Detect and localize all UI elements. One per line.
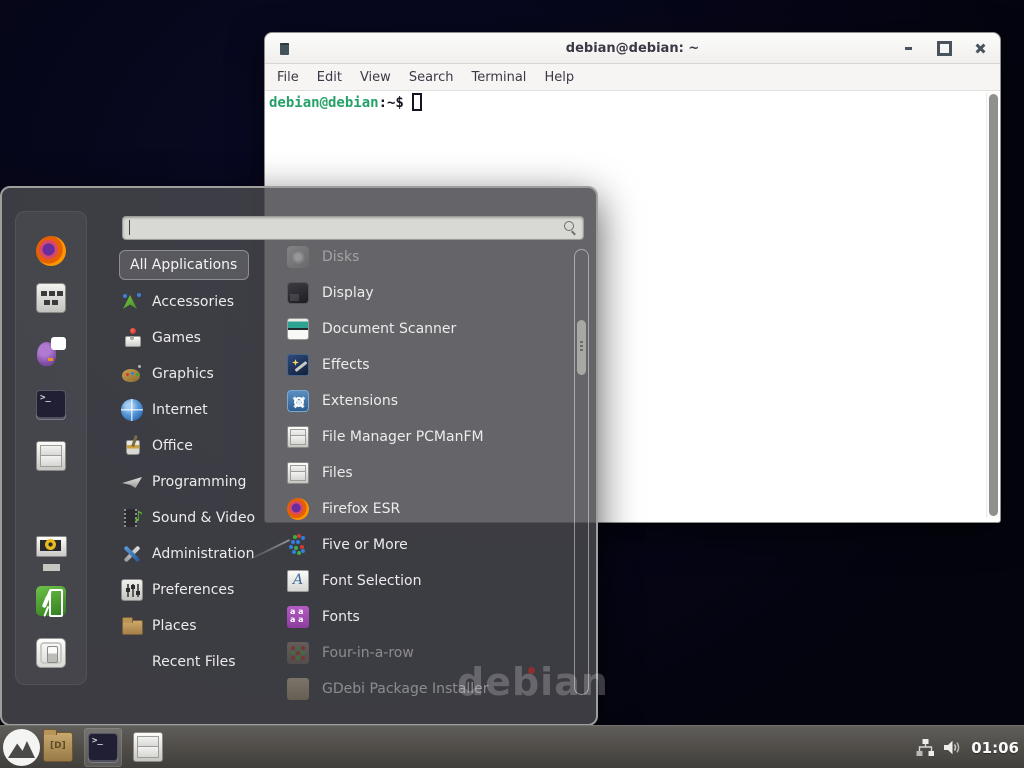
prompt-user-host: debian@debian [269, 95, 379, 111]
app-gdebi-package-installer[interactable]: GDebi Package Installer [283, 671, 571, 707]
applications-menu: All Applications Accessories Games Graph… [0, 186, 598, 726]
app-effects[interactable]: Effects [283, 347, 571, 383]
debian-folder-icon[interactable] [43, 732, 73, 762]
four-in-a-row-icon [287, 642, 309, 664]
all-applications-button[interactable]: All Applications [119, 250, 249, 280]
display-icon [287, 282, 309, 304]
maximize-icon[interactable] [936, 41, 952, 57]
terminal-scrollbar[interactable] [986, 92, 999, 518]
desktop: debian@debian: ~ File Edit View Search T… [0, 0, 1024, 768]
app-display[interactable]: Display [283, 275, 571, 311]
close-icon[interactable] [972, 41, 988, 57]
category-office[interactable]: Office [119, 428, 281, 464]
shut-down-icon[interactable] [36, 638, 66, 668]
lock-screen-icon[interactable] [36, 533, 66, 563]
gdebi-icon [287, 678, 309, 700]
effects-icon [287, 354, 309, 376]
fonts-icon [287, 606, 309, 628]
firefox-icon[interactable] [36, 236, 66, 266]
minimize-icon[interactable] [900, 41, 916, 57]
menu-terminal[interactable]: Terminal [462, 67, 535, 88]
terminal-menubar: File Edit View Search Terminal Help [265, 64, 1000, 91]
app-extensions[interactable]: Extensions [283, 383, 571, 419]
category-sound-video[interactable]: Sound & Video [119, 500, 281, 536]
category-recent-files[interactable]: Recent Files [119, 644, 281, 680]
terminal-titlebar[interactable]: debian@debian: ~ [265, 33, 1000, 64]
games-icon [121, 327, 143, 349]
terminal-icon[interactable] [36, 390, 66, 420]
document-scanner-icon [287, 318, 309, 340]
terminal-window-icon [280, 43, 289, 55]
app-firefox-esr[interactable]: Firefox ESR [283, 491, 571, 527]
firefox-esr-icon [287, 498, 309, 520]
files-icon [287, 462, 309, 484]
extensions-icon [287, 390, 309, 412]
places-icon [121, 615, 143, 637]
category-list: Accessories Games Graphics Internet Offi… [119, 284, 281, 680]
network-icon[interactable] [916, 739, 934, 756]
disks-icon [287, 246, 309, 268]
menu-edit[interactable]: Edit [308, 67, 351, 88]
category-games[interactable]: Games [119, 320, 281, 356]
preferences-icon [121, 579, 143, 601]
internet-icon [121, 399, 143, 421]
search-icon [564, 221, 577, 234]
app-font-selection[interactable]: Font Selection [283, 563, 571, 599]
administration-icon [121, 543, 143, 565]
graphics-icon [121, 363, 143, 385]
category-accessories[interactable]: Accessories [119, 284, 281, 320]
menu-logo-icon[interactable] [3, 729, 40, 766]
app-document-scanner[interactable]: Document Scanner [283, 311, 571, 347]
file-manager-icon [287, 426, 309, 448]
category-programming[interactable]: Programming [119, 464, 281, 500]
prompt-suffix: :~$ [379, 95, 404, 111]
font-selection-icon [287, 570, 309, 592]
file-cabinet-taskbar-icon[interactable] [133, 732, 163, 762]
terminal-prompt: debian@debian:~$ [269, 93, 996, 113]
terminal-title: debian@debian: ~ [566, 41, 699, 56]
app-disks[interactable]: Disks [283, 239, 571, 275]
terminal-cursor [412, 93, 422, 111]
category-places[interactable]: Places [119, 608, 281, 644]
accessories-icon [121, 291, 143, 313]
menu-search[interactable]: Search [400, 67, 463, 88]
menu-file[interactable]: File [268, 67, 308, 88]
app-four-in-a-row[interactable]: Four-in-a-row [283, 635, 571, 671]
programming-icon [121, 471, 143, 493]
search-input[interactable] [122, 216, 584, 240]
clock[interactable]: 01:06 [971, 739, 1019, 757]
five-or-more-icon [287, 534, 309, 556]
menu-help[interactable]: Help [535, 67, 583, 88]
search-box [122, 216, 584, 240]
system-tray: 01:06 [916, 726, 1019, 768]
terminal-taskbar-icon [88, 733, 118, 763]
file-cabinet-icon[interactable] [36, 441, 66, 471]
menu-scrollbar[interactable] [574, 249, 589, 695]
favorites-rail [15, 211, 87, 685]
office-icon [121, 435, 143, 457]
all-applications-label: All Applications [130, 257, 237, 273]
category-preferences[interactable]: Preferences [119, 572, 281, 608]
log-out-icon[interactable] [36, 586, 66, 616]
category-graphics[interactable]: Graphics [119, 356, 281, 392]
pidgin-icon[interactable] [36, 336, 66, 366]
sound-video-icon [121, 507, 143, 529]
terminal-scrollbar-thumb[interactable] [989, 94, 998, 516]
menu-scrollbar-thumb[interactable] [577, 320, 586, 375]
app-files[interactable]: Files [283, 455, 571, 491]
software-keypad-icon[interactable] [36, 283, 66, 313]
no-icon [121, 651, 143, 673]
app-fonts[interactable]: Fonts [283, 599, 571, 635]
volume-icon[interactable] [943, 740, 962, 755]
app-five-or-more[interactable]: Five or More [283, 527, 571, 563]
app-file-manager-pcmanfm[interactable]: File Manager PCManFM [283, 419, 571, 455]
application-list: Disks Display Document Scanner Effects E… [283, 239, 571, 707]
taskbar-terminal-button[interactable] [84, 728, 122, 767]
text-caret [129, 220, 130, 235]
category-internet[interactable]: Internet [119, 392, 281, 428]
taskbar: 01:06 [0, 725, 1024, 768]
menu-view[interactable]: View [351, 67, 400, 88]
